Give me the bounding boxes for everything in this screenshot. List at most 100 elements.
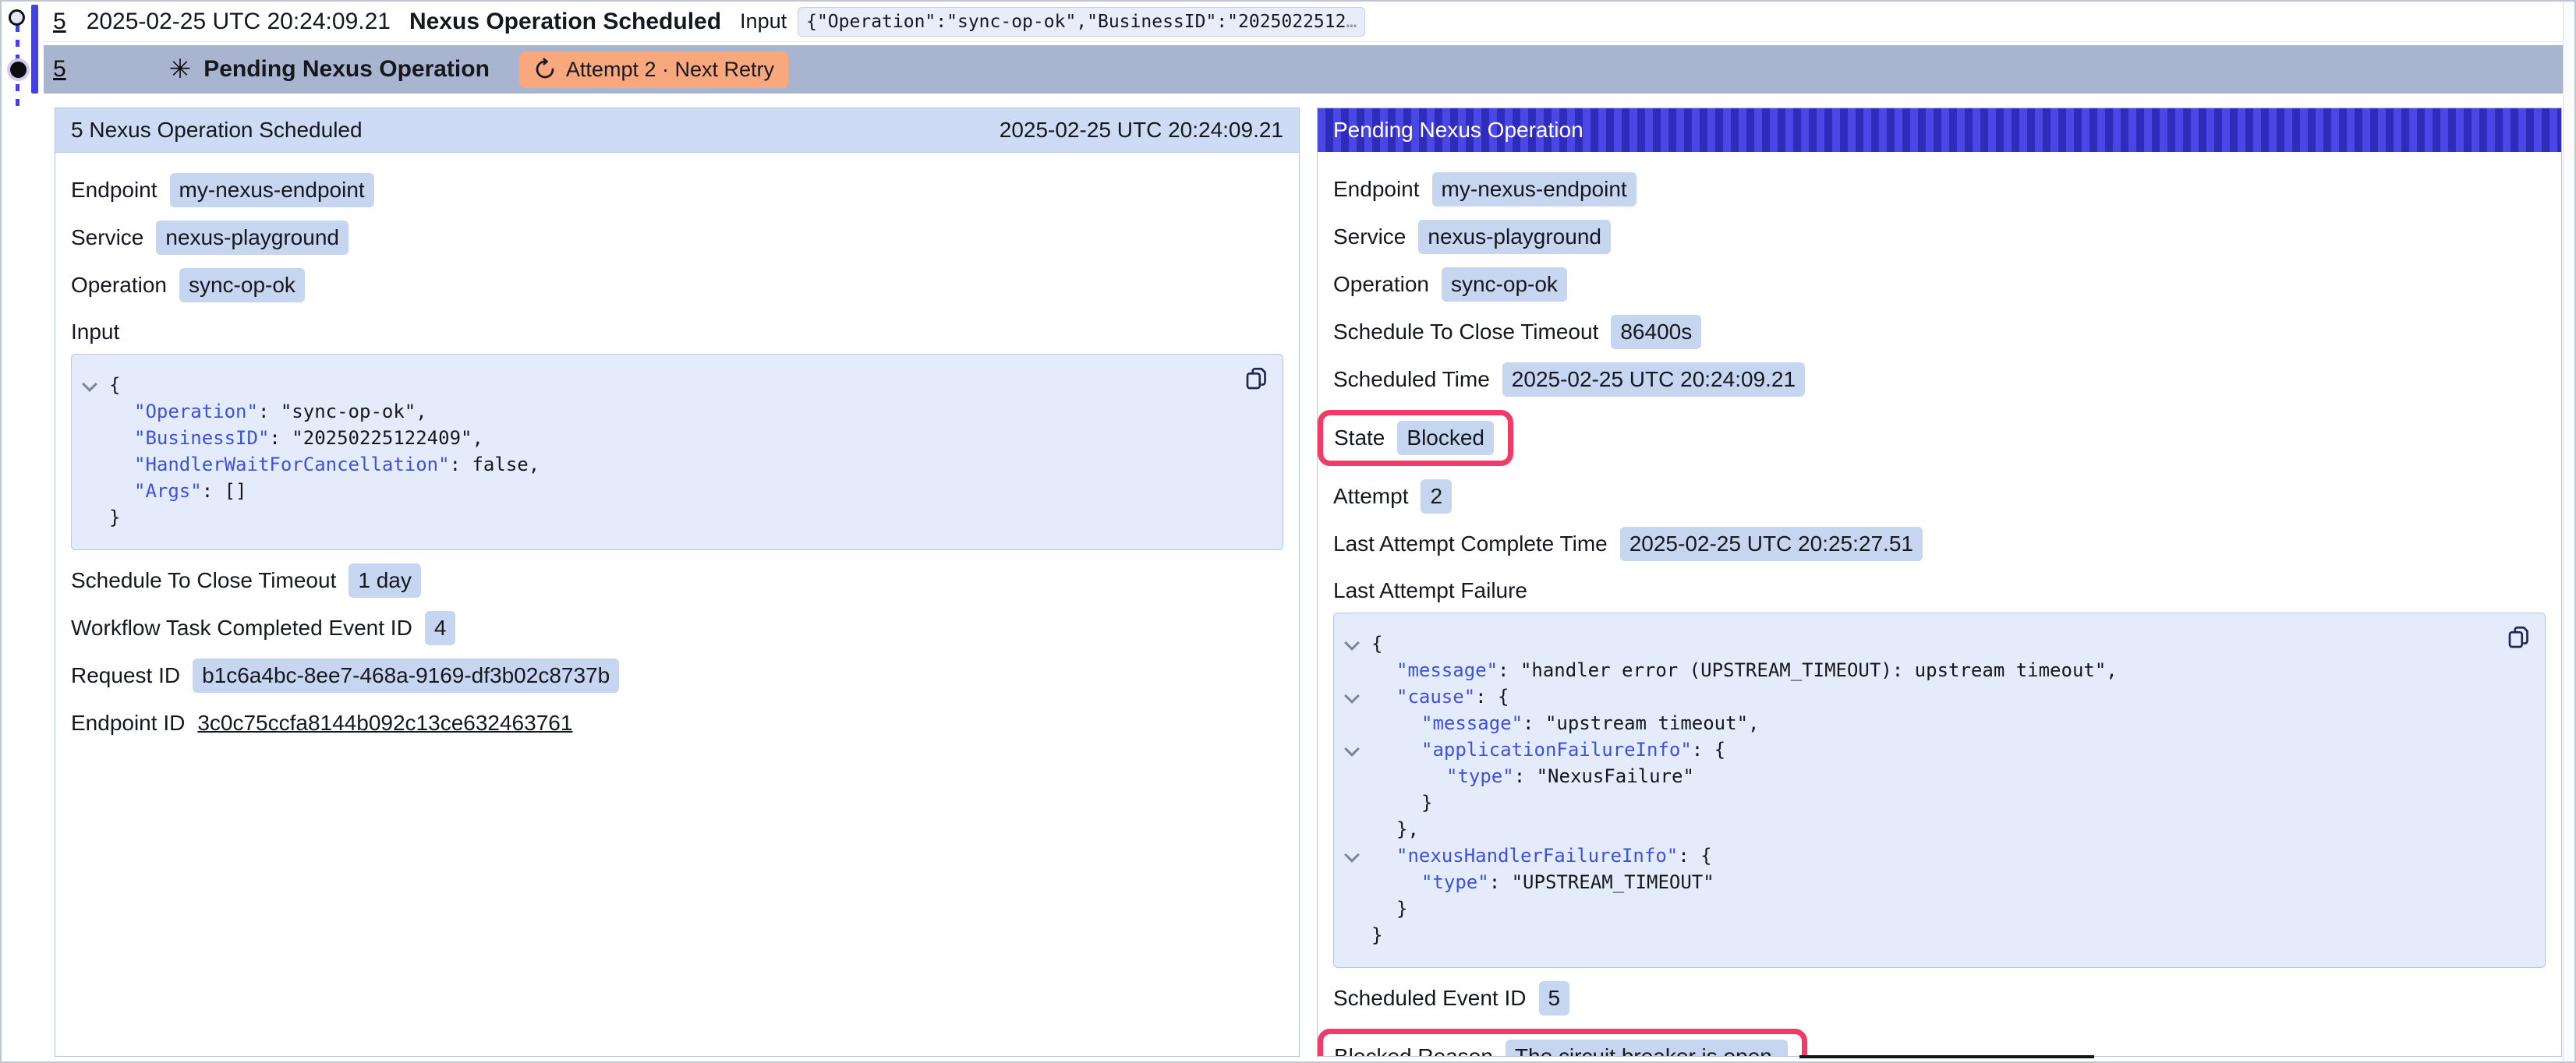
- event-title: Pending Nexus Operation: [203, 56, 490, 83]
- operation-label: Operation: [1333, 272, 1429, 297]
- json-text: {: [109, 374, 120, 396]
- event-input-label: Input: [740, 9, 787, 34]
- schedule-to-close-timeout-label: Schedule To Close Timeout: [71, 568, 336, 593]
- blocked-reason-label: Blocked Reason: [1334, 1044, 1493, 1056]
- event-id-link[interactable]: 5: [53, 9, 66, 35]
- json-key: "applicationFailureInfo": [1421, 739, 1692, 761]
- schedule-to-close-timeout-value: 86400s: [1611, 315, 1701, 349]
- code-line: "Operation": "sync-op-ok",: [72, 398, 1228, 425]
- json-key: "cause": [1396, 686, 1475, 708]
- event-detail-panels: 5 Nexus Operation Scheduled 2025-02-25 U…: [55, 108, 2562, 1057]
- operation-label: Operation: [71, 273, 167, 298]
- code-line: "type": "UPSTREAM_TIMEOUT": [1334, 869, 2490, 895]
- copy-icon: [2505, 623, 2533, 652]
- blocked-reason-value: The circuit breaker is open.: [1506, 1040, 1788, 1056]
- copy-button[interactable]: [1240, 362, 1273, 395]
- last-attempt-complete-time-label: Last Attempt Complete Time: [1333, 532, 1608, 556]
- panel-title: 5 Nexus Operation Scheduled: [71, 118, 363, 143]
- json-text: : "sync-op-ok",: [258, 401, 427, 422]
- panel-body: Endpoint my-nexus-endpoint Servicenexus-pl…: [1318, 152, 2561, 1056]
- collapse-chevron-icon[interactable]: [1344, 635, 1360, 651]
- input-code-block: {"Operation": "sync-op-ok","BusinessID":…: [71, 354, 1283, 550]
- pending-asterisk-icon: ✳: [169, 56, 192, 83]
- scheduled-event-id-field: Scheduled Event ID 5: [1333, 981, 1569, 1015]
- endpoint-id-value[interactable]: 3c0c75ccfa8144b092c13ce632463761: [197, 711, 572, 736]
- scheduled-time-field: Scheduled Time2025-02-25 UTC 20:24:09.21: [1333, 362, 1805, 397]
- collapse-chevron-icon[interactable]: [1344, 847, 1360, 863]
- endpoint-label: Endpoint: [71, 178, 157, 203]
- timeline-event-dot-icon[interactable]: [9, 9, 25, 26]
- temporal-event-history-view: 5 2025-02-25 UTC 20:24:09.21 Nexus Opera…: [0, 0, 2576, 1063]
- code-line: "nexusHandlerFailureInfo": {: [1334, 842, 2490, 869]
- json-text: }: [109, 507, 120, 528]
- collapse-chevron-icon[interactable]: [82, 376, 97, 392]
- retry-attempt-badge[interactable]: Attempt 2 · Next Retry: [519, 51, 788, 88]
- panel-title: Pending Nexus Operation: [1333, 118, 1583, 143]
- code-line: "applicationFailureInfo": {: [1334, 736, 2490, 763]
- json-text: : []: [202, 480, 247, 502]
- event-input-preview-badge[interactable]: {"Operation":"sync-op-ok","BusinessID":"…: [798, 7, 1365, 37]
- code-line: "Args": []: [72, 478, 1228, 504]
- endpoint-id-label: Endpoint ID: [71, 711, 185, 736]
- panel-header: 5 Nexus Operation Scheduled 2025-02-25 U…: [55, 108, 1299, 153]
- state-label: State: [1334, 426, 1385, 450]
- json-text: }: [1396, 898, 1407, 920]
- service-field: Servicenexus-playground: [71, 221, 349, 255]
- event-row-pending-nexus-operation[interactable]: 5 ✳ Pending Nexus Operation Attempt 2 · …: [44, 45, 2564, 94]
- last-attempt-complete-time-value: 2025-02-25 UTC 20:25:27.51: [1620, 527, 1923, 561]
- panel-pending-nexus-operation: Pending Nexus Operation Endpoint my-nexus…: [1317, 108, 2562, 1057]
- code-line: }: [1334, 895, 2490, 922]
- attempt-value: 2: [1421, 479, 1452, 514]
- json-key: "Operation": [134, 401, 258, 422]
- timeline-active-bar: [31, 5, 38, 94]
- attempt-field: Attempt2: [1333, 479, 1452, 514]
- service-value: nexus-playground: [1418, 220, 1611, 254]
- scheduled-time-value: 2025-02-25 UTC 20:24:09.21: [1502, 362, 1805, 397]
- last-attempt-complete-time-field: Last Attempt Complete Time 2025-02-25 UTC…: [1333, 527, 1923, 561]
- panel-nexus-operation-scheduled: 5 Nexus Operation Scheduled 2025-02-25 U…: [55, 108, 1300, 1057]
- timeline-current-event-dot-icon[interactable]: [10, 62, 27, 78]
- code-line: "cause": {: [1334, 683, 2490, 710]
- endpoint-field: Endpoint my-nexus-endpoint: [1333, 172, 1637, 207]
- scrollbar[interactable]: [2563, 2, 2574, 1061]
- service-field: Servicenexus-playground: [1333, 220, 1611, 254]
- json-key: "HandlerWaitForCancellation": [134, 454, 450, 475]
- panel-header-pending: Pending Nexus Operation: [1318, 108, 2561, 152]
- schedule-to-close-timeout-value: 1 day: [349, 563, 421, 598]
- json-text: : false,: [450, 454, 540, 475]
- operation-field: Operationsync-op-ok: [1333, 267, 1567, 302]
- json-key: "type": [1446, 765, 1514, 787]
- request-id-field: Request IDb1c6a4bc-8ee7-468a-9169-df3b02…: [71, 659, 619, 693]
- json-text: : {: [1692, 739, 1725, 761]
- retry-badge-label: Attempt 2 · Next Retry: [566, 58, 774, 82]
- code-line: }: [72, 504, 1228, 531]
- service-label: Service: [71, 225, 143, 250]
- event-title: Nexus Operation Scheduled: [409, 9, 721, 35]
- json-text: : "handler error (UPSTREAM_TIMEOUT): ups…: [1498, 659, 2118, 681]
- json-text: : "NexusFailure": [1514, 765, 1694, 787]
- workflow-task-completed-event-id-label: Workflow Task Completed Event ID: [71, 616, 412, 641]
- input-label: Input: [71, 320, 1283, 344]
- event-row-nexus-operation-scheduled[interactable]: 5 2025-02-25 UTC 20:24:09.21 Nexus Opera…: [44, 2, 2564, 42]
- json-key: "message": [1421, 712, 1523, 734]
- scheduled-event-id-value: 5: [1539, 981, 1570, 1015]
- event-timestamp: 2025-02-25 UTC 20:24:09.21: [87, 9, 391, 35]
- json-key: "nexusHandlerFailureInfo": [1396, 845, 1678, 867]
- operation-field: Operationsync-op-ok: [71, 268, 305, 302]
- code-line: {: [72, 372, 1228, 398]
- schedule-to-close-timeout-field: Schedule To Close Timeout 1 day: [71, 563, 421, 598]
- collapse-chevron-icon[interactable]: [1344, 688, 1360, 704]
- json-text: },: [1396, 818, 1419, 840]
- code-line: {: [1334, 630, 2490, 657]
- endpoint-field: Endpointmy-nexus-endpoint: [71, 173, 374, 207]
- endpoint-value: my-nexus-endpoint: [1432, 172, 1637, 207]
- copy-button[interactable]: [2503, 621, 2535, 654]
- endpoint-label: Endpoint: [1333, 177, 1420, 202]
- code-line: "HandlerWaitForCancellation": false,: [72, 451, 1228, 478]
- schedule-to-close-timeout-field: Schedule To Close Timeout86400s: [1333, 315, 1701, 349]
- json-text: : "upstream timeout",: [1523, 712, 1759, 734]
- collapse-chevron-icon[interactable]: [1344, 741, 1360, 757]
- code-line: "BusinessID": "20250225122409",: [72, 425, 1228, 451]
- scheduled-event-id-label: Scheduled Event ID: [1333, 986, 1527, 1011]
- event-id-link[interactable]: 5: [53, 56, 66, 83]
